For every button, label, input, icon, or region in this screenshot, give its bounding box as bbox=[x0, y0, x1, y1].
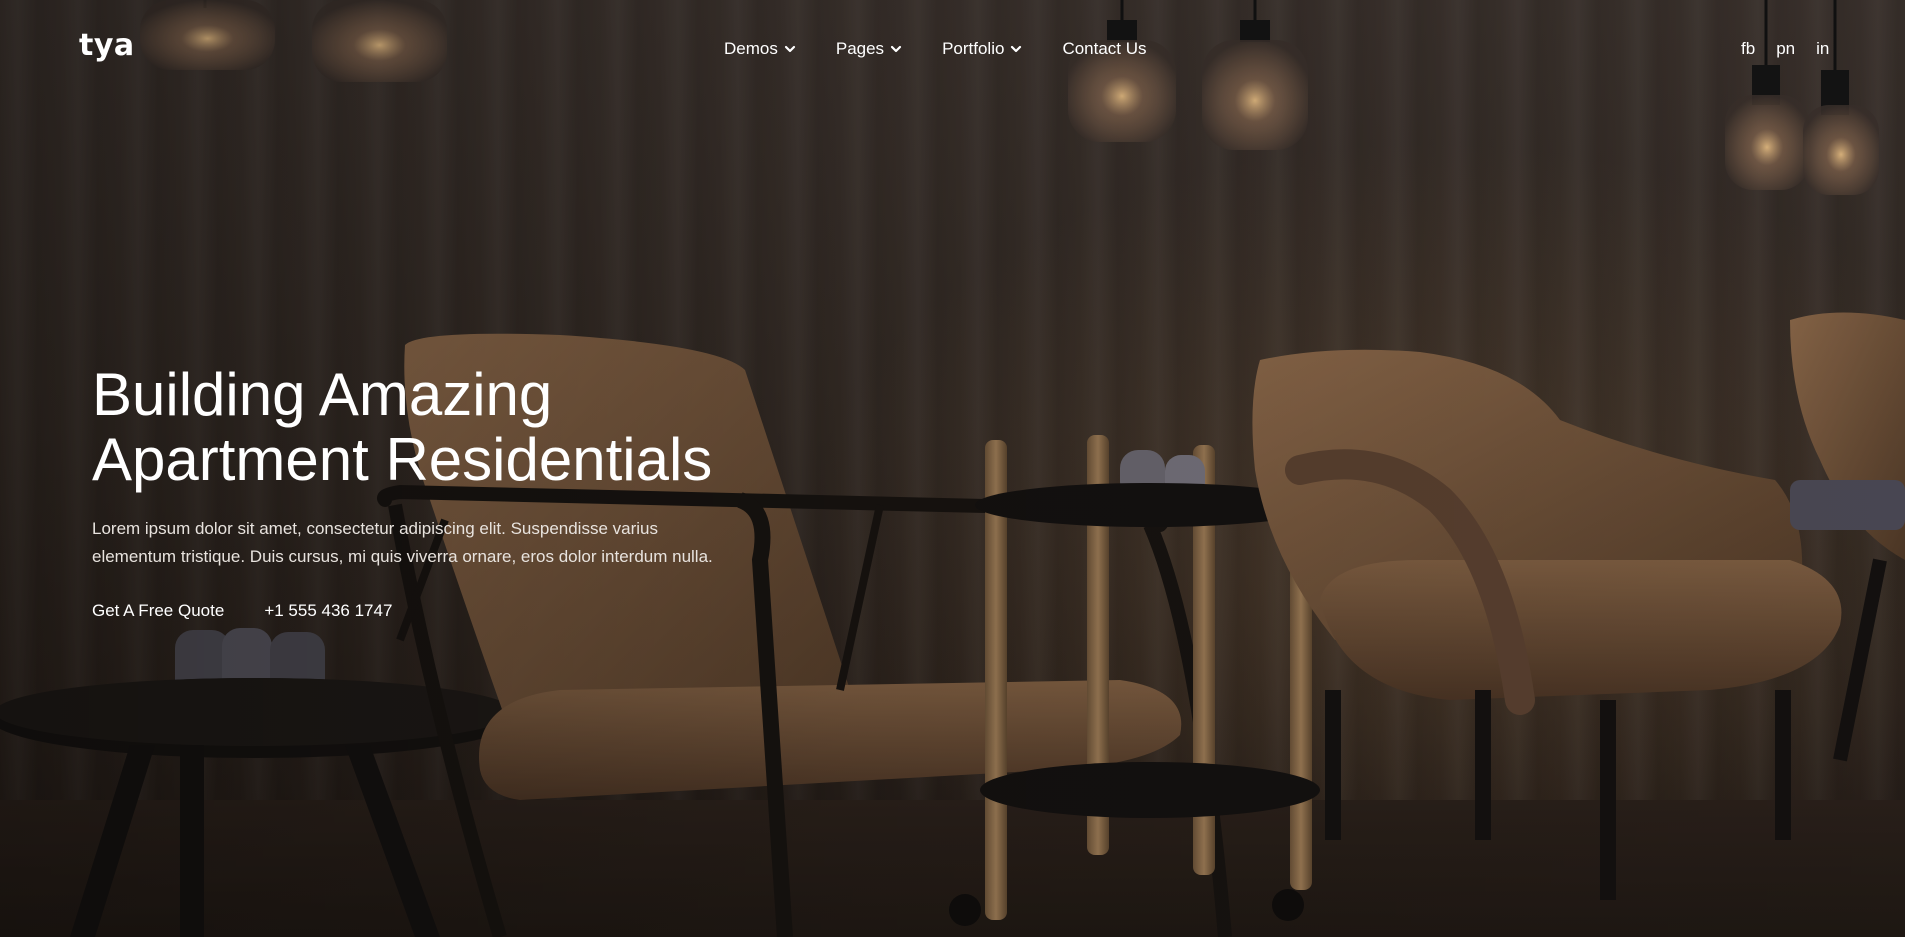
nav-item-label: Pages bbox=[835, 39, 885, 58]
hero-headline-line-2: Apartment Residentials bbox=[92, 426, 713, 493]
hero-headline-line-1: Building Amazing bbox=[92, 361, 553, 428]
nav-item-contact-us[interactable]: Contact Us bbox=[1062, 38, 1146, 60]
social-link-pinterest[interactable]: pn bbox=[1776, 38, 1795, 60]
social-links: fb pn in bbox=[1741, 38, 1829, 60]
chevron-down-icon bbox=[1011, 45, 1022, 53]
nav-item-portfolio[interactable]: Portfolio bbox=[942, 38, 1023, 60]
nav-item-label: Demos bbox=[724, 39, 778, 58]
hero-description: Lorem ipsum dolor sit amet, consectetur … bbox=[92, 519, 713, 566]
nav-item-label: Contact Us bbox=[1062, 39, 1147, 58]
nav-item-demos[interactable]: Demos bbox=[724, 38, 797, 60]
hero-actions: Get A Free Quote +1 555 436 1747 bbox=[92, 600, 392, 622]
hero-section: tya Demos Pages Portfolio Contact Us fb … bbox=[0, 0, 1905, 937]
nav-item-pages[interactable]: Pages bbox=[836, 38, 903, 60]
get-quote-link[interactable]: Get A Free Quote bbox=[92, 600, 224, 622]
hero-headline: Building Amazing Apartment Residentials bbox=[92, 362, 792, 492]
social-link-linkedin[interactable]: in bbox=[1816, 38, 1829, 60]
nav-item-label: Portfolio bbox=[942, 39, 1005, 58]
social-link-facebook[interactable]: fb bbox=[1741, 38, 1755, 60]
chevron-down-icon bbox=[890, 45, 902, 53]
chevron-down-icon bbox=[784, 45, 795, 53]
main-nav: Demos Pages Portfolio Contact Us bbox=[724, 38, 1147, 60]
phone-link[interactable]: +1 555 436 1747 bbox=[264, 600, 392, 622]
brand-logo[interactable]: tya bbox=[79, 28, 135, 64]
